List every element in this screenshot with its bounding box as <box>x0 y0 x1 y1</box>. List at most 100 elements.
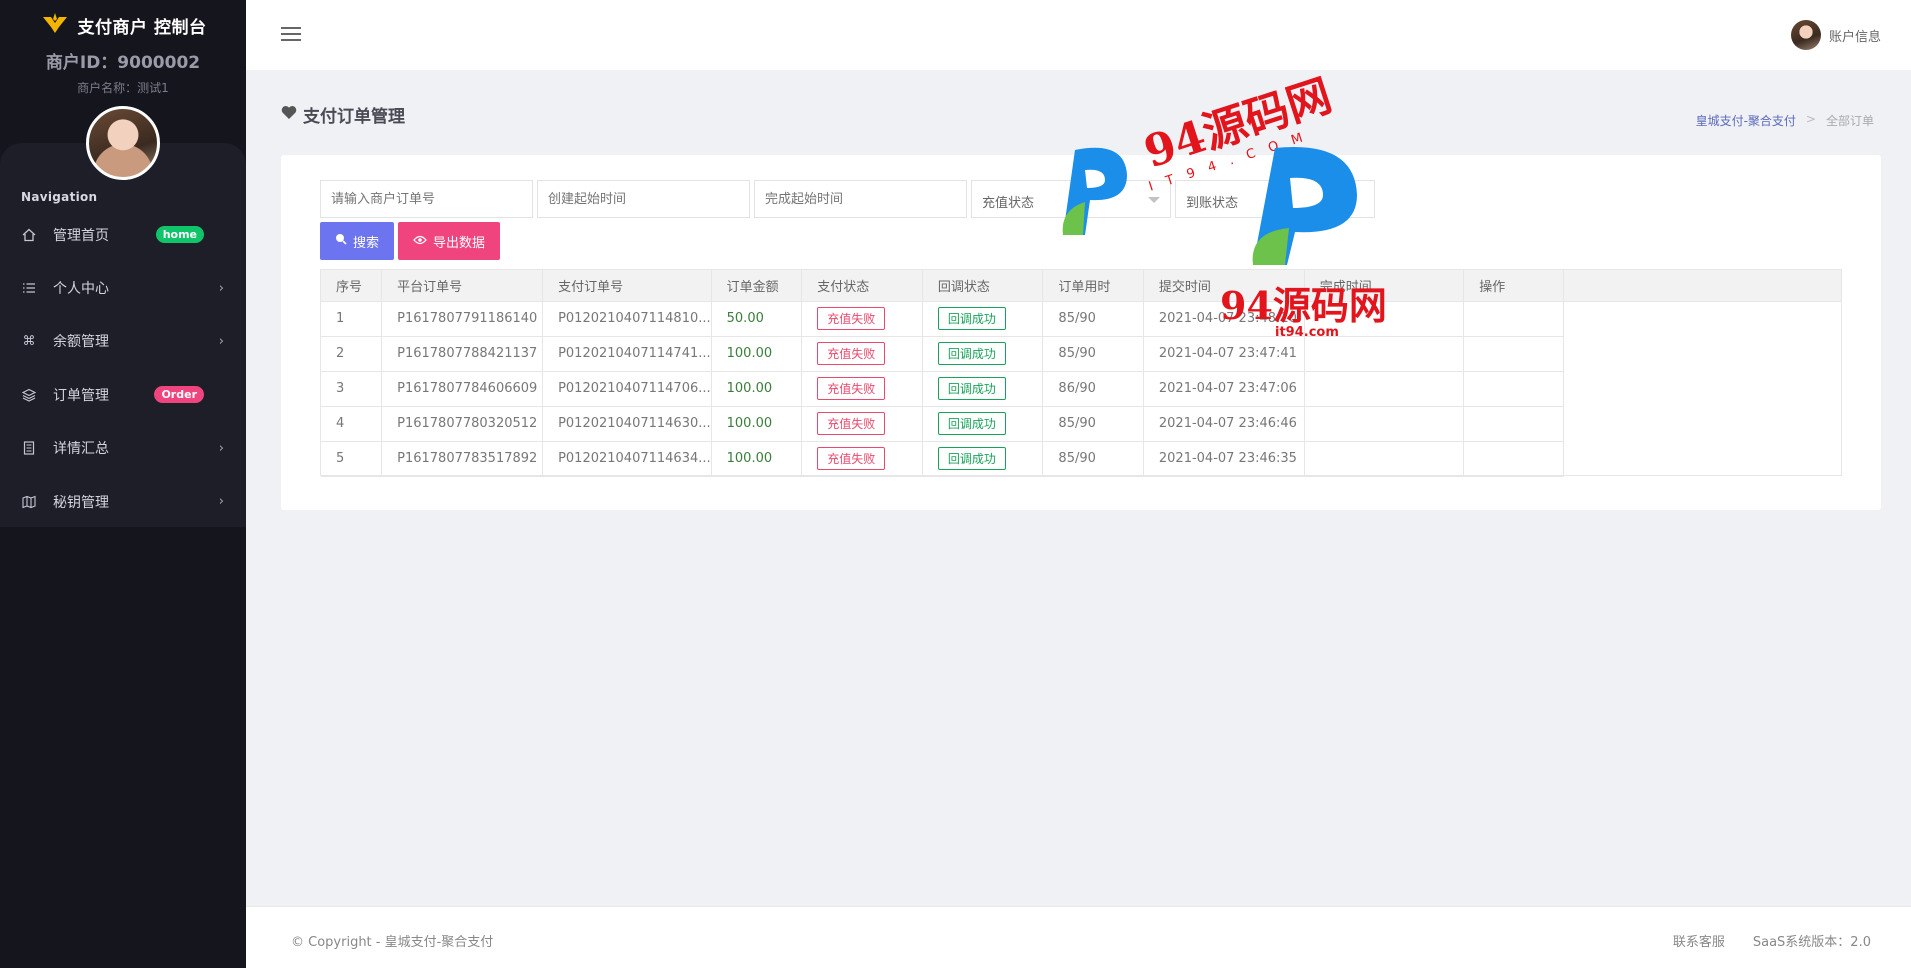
chevron-right-icon: › <box>218 280 224 296</box>
actions-cell <box>1463 406 1565 442</box>
order-amount: 100.00 <box>711 406 803 442</box>
platform-order-no: P1617807780320512 <box>381 406 544 442</box>
merchant-order-input[interactable] <box>320 180 533 218</box>
filler-cell <box>1564 371 1841 406</box>
platform-order-no: P1617807788421137 <box>381 336 544 372</box>
sidebar-item-label: 管理首页 <box>53 227 109 244</box>
avatar <box>1790 20 1821 50</box>
chevron-right-icon: › <box>218 494 224 510</box>
sidebar-item-orders[interactable]: 订单管理 Order <box>0 368 246 421</box>
sidebar-item-profile[interactable]: 个人中心 › <box>0 261 246 314</box>
table-row[interactable]: 4 P1617807780320512 P0120210407114630...… <box>321 406 1841 442</box>
export-button-label: 导出数据 <box>433 235 486 251</box>
order-amount: 100.00 <box>711 371 803 407</box>
breadcrumb: 皇城支付-聚合支付 > 全部订单 <box>1696 112 1874 129</box>
search-button-label: 搜索 <box>353 235 380 251</box>
column-header[interactable]: 回调状态 <box>922 270 1044 302</box>
actions-cell <box>1463 441 1565 477</box>
sidebar-item-balance[interactable]: ⌘ 余额管理 › <box>0 315 246 368</box>
table-row[interactable]: 3 P1617807784606609 P0120210407114706...… <box>321 371 1841 407</box>
sidebar-item-label: 详情汇总 <box>53 441 109 458</box>
create-time-input[interactable] <box>537 180 750 218</box>
callback-status-cell: 回调成功 <box>922 301 1044 337</box>
orders-table: 序号 平台订单号 支付订单号 订单金额 支付状态 回调状态 订单用时 提交时间 … <box>320 269 1842 477</box>
payment-status-cell: 充值失败 <box>801 441 923 477</box>
platform-order-no: P1617807791186140 <box>381 301 544 337</box>
payment-status-cell: 充值失败 <box>801 301 923 337</box>
chevron-right-icon: › <box>218 440 224 456</box>
order-amount: 50.00 <box>711 301 803 337</box>
filler-cell <box>1564 336 1841 371</box>
command-icon: ⌘ <box>22 333 36 349</box>
column-header[interactable]: 操作 <box>1463 270 1565 302</box>
search-icon <box>335 233 347 249</box>
complete-time <box>1304 336 1465 372</box>
account-label: 账户信息 <box>1828 29 1881 45</box>
breadcrumb-link[interactable]: 皇城支付-聚合支付 <box>1696 112 1796 129</box>
actions-cell <box>1463 336 1565 372</box>
submit-time: 2021-04-07 23:46:46 <box>1143 406 1305 442</box>
map-icon <box>21 494 37 510</box>
contact-support-link[interactable]: 联系客服 <box>1673 931 1725 950</box>
nav-list: 管理首页 home 个人中心 › ⌘ 余额管理 › 订单管理 Order 详情汇… <box>0 208 246 528</box>
arrival-status-select[interactable]: 到账状态 <box>1175 180 1375 218</box>
order-amount: 100.00 <box>711 441 803 477</box>
column-header[interactable]: 支付订单号 <box>542 270 712 302</box>
table-row[interactable]: 2 P1617807788421137 P0120210407114741...… <box>321 336 1841 372</box>
avatar[interactable] <box>86 106 160 180</box>
topbar: 账户信息 <box>246 0 1911 70</box>
complete-time-input[interactable] <box>754 180 967 218</box>
payment-status-cell: 充值失败 <box>801 336 923 372</box>
column-header-filler <box>1563 270 1841 302</box>
search-button[interactable]: 搜索 <box>320 222 395 260</box>
list-icon <box>21 280 37 296</box>
platform-order-no: P1617807784606609 <box>381 371 544 407</box>
version-label: SaaS系统版本：2.0 <box>1752 935 1871 950</box>
sidebar-item-label: 个人中心 <box>53 281 109 298</box>
document-icon <box>21 440 37 456</box>
callback-status-cell: 回调成功 <box>922 441 1044 477</box>
complete-time <box>1304 301 1465 337</box>
status-badge: 充值失败 <box>817 342 886 365</box>
eye-icon <box>413 234 427 249</box>
table-row[interactable]: 1 P1617807791186140 P0120210407114810...… <box>321 301 1841 337</box>
complete-time <box>1304 441 1465 477</box>
recharge-status-select[interactable]: 充值状态 <box>971 180 1171 218</box>
column-header[interactable]: 平台订单号 <box>381 270 544 302</box>
payment-status-cell: 充值失败 <box>801 406 923 442</box>
row-index: 5 <box>321 441 383 477</box>
submit-time: 2021-04-07 23:48:10 <box>1143 301 1305 337</box>
order-amount: 100.00 <box>711 336 803 372</box>
status-badge: 充值失败 <box>817 307 886 330</box>
sidebar-item-summary[interactable]: 详情汇总 › <box>0 422 246 475</box>
brand[interactable]: 支付商户 控制台 <box>0 0 246 46</box>
column-header[interactable]: 订单金额 <box>711 270 803 302</box>
menu-icon[interactable] <box>281 27 301 41</box>
column-header[interactable]: 序号 <box>321 270 383 302</box>
account-menu[interactable]: 账户信息 <box>1790 20 1881 50</box>
export-button[interactable]: 导出数据 <box>398 222 501 260</box>
nav-badge-home: home <box>155 226 204 244</box>
table-row[interactable]: 5 P1617807783517892 P0120210407114634...… <box>321 441 1841 477</box>
column-header[interactable]: 完成时间 <box>1304 270 1465 302</box>
column-header[interactable]: 订单用时 <box>1042 270 1144 302</box>
footer-links: 联系客服 SaaS系统版本：2.0 <box>1673 931 1871 950</box>
order-duration: 85/90 <box>1042 406 1144 442</box>
status-badge: 充值失败 <box>817 412 886 435</box>
column-header[interactable]: 提交时间 <box>1143 270 1305 302</box>
filler-cell <box>1564 301 1841 336</box>
submit-time: 2021-04-07 23:47:41 <box>1143 336 1305 372</box>
sidebar-item-home[interactable]: 管理首页 home <box>0 208 246 261</box>
table-header-row: 序号 平台订单号 支付订单号 订单金额 支付状态 回调状态 订单用时 提交时间 … <box>321 270 1841 302</box>
nav-badge-order: Order <box>154 386 204 404</box>
breadcrumb-separator: > <box>1805 112 1816 126</box>
column-header[interactable]: 支付状态 <box>801 270 923 302</box>
sidebar-item-keys[interactable]: 秘钥管理 › <box>0 475 246 528</box>
footer: © Copyright - 皇城支付-聚合支付 联系客服 SaaS系统版本：2.… <box>246 906 1911 968</box>
sidebar: 支付商户 控制台 商户ID：9000002 商户名称：测试1 Navigatio… <box>0 0 246 968</box>
actions-cell <box>1463 301 1565 337</box>
merchant-id: 商户ID：9000002 <box>45 53 201 73</box>
platform-order-no: P1617807783517892 <box>381 441 544 477</box>
payment-order-no: P0120210407114741... <box>542 336 712 372</box>
heart-icon <box>281 105 297 125</box>
